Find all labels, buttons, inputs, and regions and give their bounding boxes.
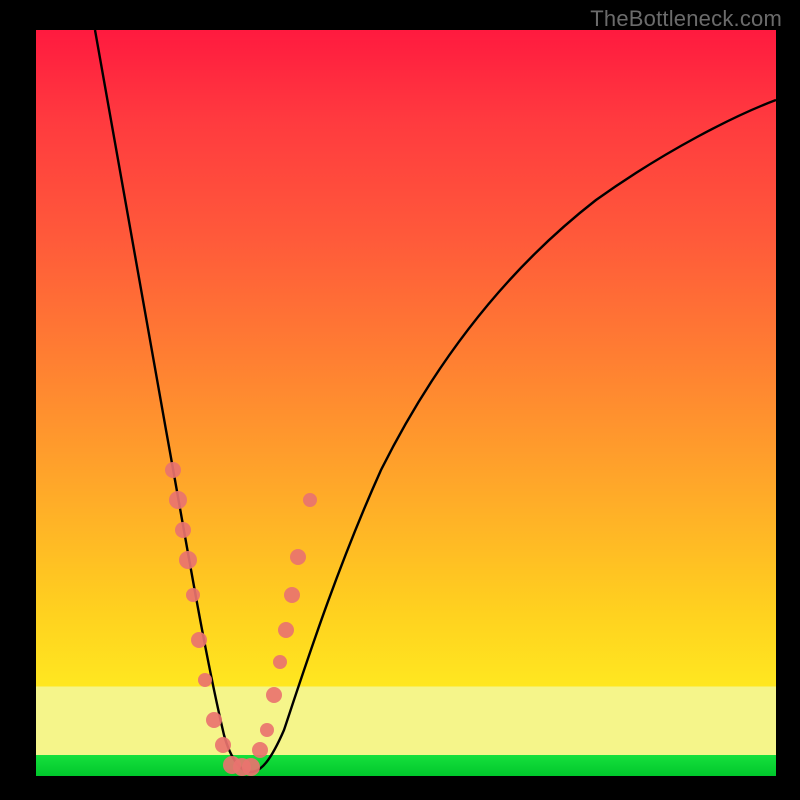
point (273, 655, 287, 669)
point (233, 758, 251, 776)
point (266, 687, 282, 703)
plot-area (36, 30, 776, 776)
point (260, 723, 274, 737)
point (215, 737, 231, 753)
point (303, 493, 317, 507)
watermark-text: TheBottleneck.com (590, 6, 782, 32)
point (206, 712, 222, 728)
chart-overlay (36, 30, 776, 776)
point (175, 522, 191, 538)
point (252, 742, 268, 758)
point (223, 756, 241, 774)
point (191, 632, 207, 648)
point (278, 622, 294, 638)
point (186, 588, 200, 602)
scatter-points (165, 462, 317, 776)
point (284, 587, 300, 603)
point (290, 549, 306, 565)
point (242, 758, 260, 776)
point (165, 462, 181, 478)
bottleneck-curve (95, 30, 776, 772)
chart-frame: TheBottleneck.com (0, 0, 800, 800)
point (198, 673, 212, 687)
point (179, 551, 197, 569)
point (169, 491, 187, 509)
